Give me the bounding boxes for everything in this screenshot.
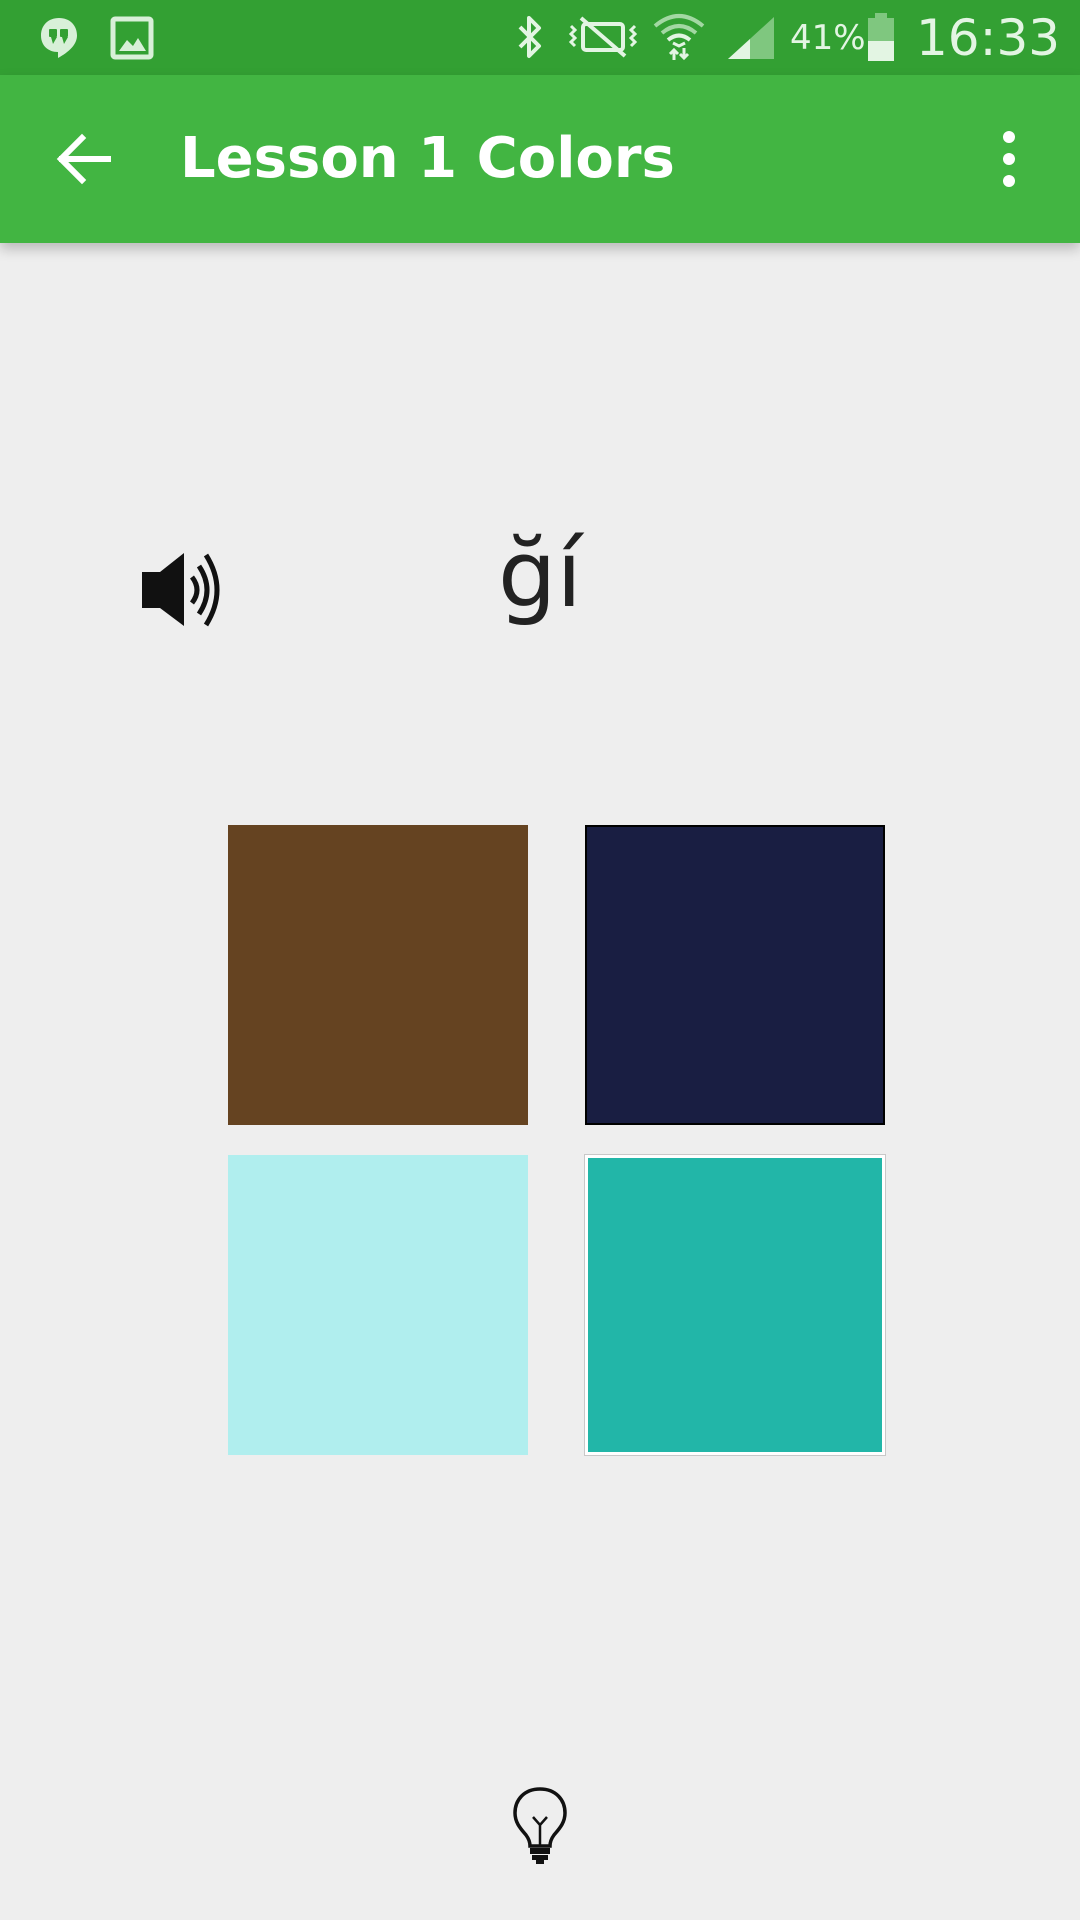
bluetooth-icon: [518, 16, 541, 58]
question-word: ğí: [498, 521, 582, 628]
wifi-icon: [653, 14, 705, 61]
gallery-icon: [110, 16, 154, 60]
signal-icon: [728, 17, 774, 59]
color-choice-pale-turquoise[interactable]: [228, 1155, 528, 1455]
hint-button[interactable]: [505, 1785, 575, 1865]
battery-icon: [868, 13, 894, 61]
more-vert-icon: [1003, 131, 1015, 187]
hangouts-icon: [41, 18, 77, 58]
vibrate-icon: [568, 16, 638, 58]
color-choice-navy[interactable]: [585, 825, 885, 1125]
status-bar: 41% 16:33: [0, 0, 1080, 75]
color-choice-light-sea-green[interactable]: [584, 1154, 886, 1456]
battery-percent: 41%: [790, 18, 866, 58]
arrow-back-icon: [56, 133, 111, 185]
clock: 16:33: [916, 9, 1061, 67]
lightbulb-icon: [513, 1787, 567, 1864]
speaker-icon: [142, 553, 220, 627]
page-title: Lesson 1 Colors: [180, 126, 675, 191]
color-choice-brown[interactable]: [228, 825, 528, 1125]
play-audio-button[interactable]: [130, 540, 240, 640]
back-button[interactable]: [44, 119, 124, 199]
overflow-menu-button[interactable]: [984, 124, 1034, 194]
